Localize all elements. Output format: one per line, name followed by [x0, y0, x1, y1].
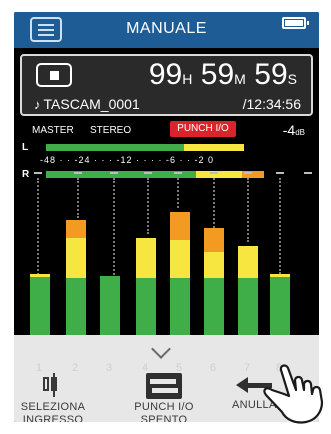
- channel-meter-1: [30, 164, 50, 336]
- hours-unit: H: [182, 71, 193, 87]
- file-name-label: TASCAM_0001: [43, 96, 140, 112]
- db-unit: dB: [295, 128, 305, 137]
- music-note-icon: ♪: [34, 97, 41, 112]
- tap-hand-icon: [263, 364, 324, 424]
- ghost-channel-label: 6: [210, 362, 217, 374]
- battery-icon: [282, 17, 309, 29]
- master-db-value: -4dB: [283, 122, 305, 138]
- left-channel-label: L: [22, 142, 29, 153]
- fader-tick: [304, 172, 312, 174]
- minutes-value: 59: [200, 58, 235, 91]
- channel-meter-4: [136, 164, 156, 336]
- select-input-label-2: INGRESSO: [22, 414, 84, 422]
- channel-meter-8: [270, 164, 290, 336]
- stereo-label: STEREO: [90, 125, 132, 136]
- punch-io-icon: [146, 373, 182, 399]
- ghost-channel-label: 3: [106, 362, 113, 374]
- seconds-value: 59: [254, 58, 288, 91]
- select-input-label-1: SELEZIONA: [20, 401, 86, 413]
- screen-title: MANUALE: [126, 20, 207, 37]
- seconds-unit: S: [287, 71, 297, 87]
- channel-meter-7: [238, 164, 258, 336]
- time-counter-panel[interactable]: 99H 59M 59S ♪ TASCAM_0001 /12:34:56: [20, 54, 313, 116]
- hours-value: 99: [148, 58, 183, 91]
- stop-icon: [36, 63, 72, 87]
- punch-io-label-1: PUNCH I/O: [134, 401, 194, 413]
- master-label: MASTER: [32, 125, 74, 136]
- chevron-down-icon[interactable]: [151, 339, 171, 359]
- punch-io-badge: PUNCH I/O: [170, 121, 236, 137]
- input-select-icon: [41, 373, 65, 397]
- master-level-row: MASTER STEREO PUNCH I/O -4dB: [14, 120, 319, 140]
- channel-mixer[interactable]: [14, 164, 319, 336]
- master-db-number: -4: [282, 122, 296, 138]
- minutes-unit: M: [234, 71, 246, 87]
- select-input-button[interactable]: SELEZIONA INGRESSO: [18, 373, 88, 422]
- elapsed-time: 99H 59M 59S: [149, 58, 301, 92]
- punch-io-label-2: SPENTO: [140, 414, 188, 422]
- channel-meter-6: [204, 164, 224, 336]
- channel-meter-2: [66, 164, 86, 336]
- punch-io-button[interactable]: PUNCH I/O SPENTO: [124, 373, 204, 422]
- title-bar: MANUALE: [14, 12, 319, 48]
- channel-meter-5: [170, 164, 190, 336]
- channel-meter-3: [100, 164, 120, 336]
- file-name: ♪ TASCAM_0001: [34, 96, 140, 112]
- remaining-time: /12:34:56: [242, 96, 301, 112]
